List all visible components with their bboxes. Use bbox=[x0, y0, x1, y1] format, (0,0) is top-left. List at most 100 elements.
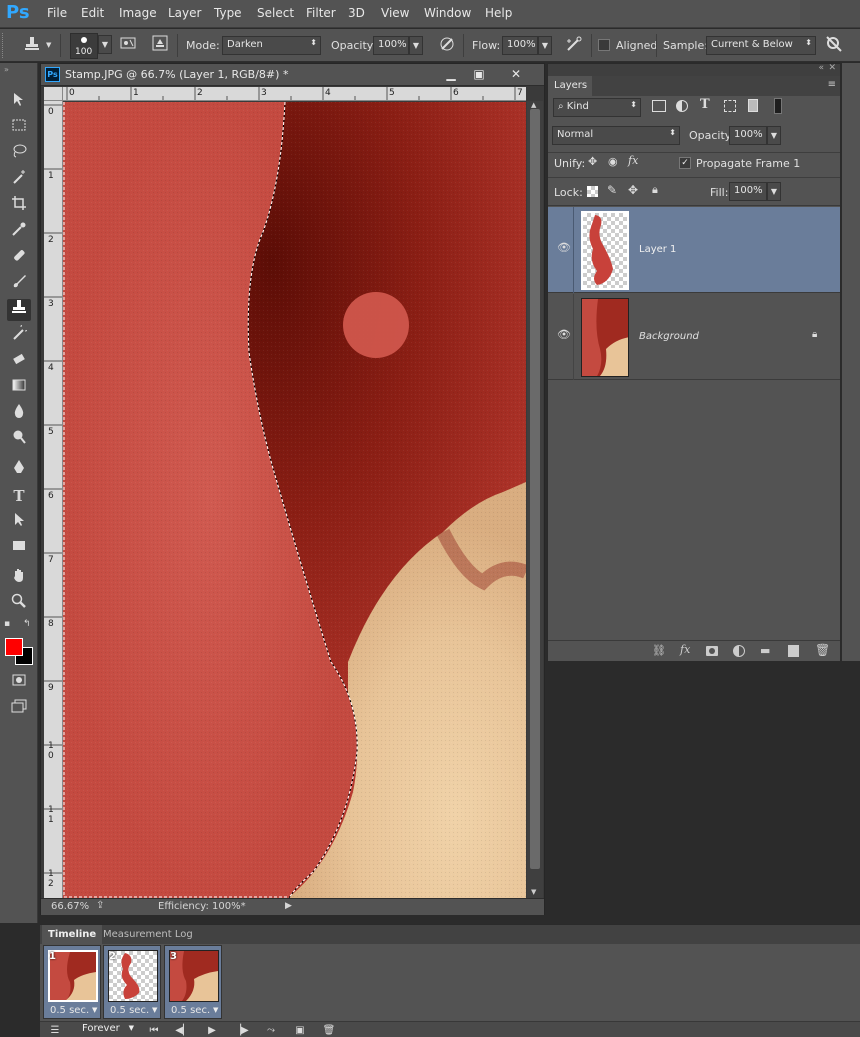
swap-colors-icon[interactable]: ↰ bbox=[23, 619, 31, 629]
scroll-down-icon[interactable]: ▼ bbox=[531, 888, 536, 896]
delay-dropdown-icon[interactable]: ▼ bbox=[152, 1006, 157, 1014]
tween-icon[interactable]: ⤳ bbox=[262, 1023, 280, 1037]
menu-edit[interactable]: Edit bbox=[81, 6, 104, 20]
clone-stamp-icon[interactable] bbox=[22, 35, 42, 55]
rectangle-tool-icon[interactable] bbox=[7, 537, 31, 559]
sample-select[interactable]: Current & Below ⬍ bbox=[706, 36, 816, 55]
crop-tool-icon[interactable] bbox=[7, 195, 31, 217]
close-panel-icon[interactable]: ✕ bbox=[828, 63, 836, 73]
filter-pixel-icon[interactable] bbox=[652, 100, 666, 112]
tool-preset-arrow-icon[interactable]: ▼ bbox=[46, 41, 51, 49]
frame-delay[interactable]: 0.5 sec. bbox=[110, 1005, 149, 1016]
filter-adjustment-icon[interactable] bbox=[676, 100, 688, 112]
dodge-tool-icon[interactable] bbox=[7, 429, 31, 451]
move-tool-icon[interactable] bbox=[7, 91, 31, 113]
add-mask-icon[interactable] bbox=[706, 646, 718, 656]
toggle-clone-source-icon[interactable] bbox=[150, 35, 170, 55]
tab-layers[interactable]: Layers bbox=[548, 76, 592, 96]
clone-stamp-tool-icon[interactable] bbox=[7, 299, 31, 321]
menu-file[interactable]: File bbox=[47, 6, 67, 20]
timeline-menu-icon[interactable]: ☰ bbox=[46, 1023, 64, 1037]
marquee-tool-icon[interactable] bbox=[7, 117, 31, 139]
document-tab[interactable]: Ps Stamp.JPG @ 66.7% (Layer 1, RGB/8#) *… bbox=[41, 64, 544, 86]
scrollbar-thumb[interactable] bbox=[530, 109, 540, 869]
propagate-frame-checkbox[interactable]: ✓ bbox=[679, 157, 691, 169]
visibility-eye-icon[interactable]: 👁︎ bbox=[557, 329, 571, 340]
fill-input[interactable]: 100% bbox=[729, 182, 767, 201]
status-menu-arrow-icon[interactable]: ▶ bbox=[285, 901, 292, 911]
animation-frame[interactable]: 1 0.5 sec. ▼ bbox=[43, 945, 101, 1019]
menu-layer[interactable]: Layer bbox=[168, 6, 201, 20]
foreground-color-swatch[interactable] bbox=[5, 638, 23, 656]
layer-row-background[interactable]: 👁︎ Background 🔒︎ bbox=[548, 294, 840, 380]
magic-wand-tool-icon[interactable] bbox=[7, 169, 31, 191]
new-adjustment-layer-icon[interactable] bbox=[733, 645, 745, 657]
gradient-tool-icon[interactable] bbox=[7, 377, 31, 399]
mode-select[interactable]: Darken ⬍ bbox=[222, 36, 321, 55]
lock-transparent-icon[interactable] bbox=[587, 186, 598, 197]
animation-frame[interactable]: 3 0.5 sec. ▼ bbox=[164, 945, 222, 1019]
brush-picker-arrow-icon[interactable]: ▼ bbox=[98, 35, 112, 54]
flow-input[interactable]: 100% bbox=[502, 36, 538, 55]
menu-image[interactable]: Image bbox=[119, 6, 157, 20]
layer-opacity-arrow-icon[interactable]: ▼ bbox=[767, 126, 781, 145]
filter-smart-object-icon[interactable] bbox=[748, 99, 758, 112]
pressure-opacity-icon[interactable] bbox=[437, 35, 457, 55]
menu-view[interactable]: View bbox=[381, 6, 409, 20]
visibility-eye-icon[interactable]: 👁︎ bbox=[557, 242, 571, 253]
opacity-input[interactable]: 100% bbox=[373, 36, 409, 55]
filter-toggle-icon[interactable] bbox=[774, 98, 782, 114]
quick-mask-icon[interactable] bbox=[7, 672, 31, 694]
fill-arrow-icon[interactable]: ▼ bbox=[767, 182, 781, 201]
frame-delay[interactable]: 0.5 sec. bbox=[171, 1005, 210, 1016]
tab-measurement-log[interactable]: Measurement Log bbox=[97, 925, 199, 944]
layer-row-layer-1[interactable]: 👁︎ Layer 1 bbox=[548, 207, 840, 293]
pen-tool-icon[interactable] bbox=[7, 459, 31, 481]
menu-filter[interactable]: Filter bbox=[306, 6, 336, 20]
new-layer-icon[interactable] bbox=[788, 645, 799, 657]
lasso-tool-icon[interactable] bbox=[7, 143, 31, 165]
delay-dropdown-icon[interactable]: ▼ bbox=[92, 1006, 97, 1014]
horizontal-ruler[interactable]: 0 1 2 3 4 5 6 7 bbox=[63, 87, 526, 101]
lock-all-icon[interactable]: 🔒︎ bbox=[652, 183, 658, 197]
lock-pixels-icon[interactable]: ✎ bbox=[607, 183, 617, 197]
unify-visibility-icon[interactable]: ◉ bbox=[608, 155, 618, 168]
menu-3d[interactable]: 3D bbox=[348, 6, 365, 20]
filter-shape-icon[interactable] bbox=[724, 100, 736, 112]
eyedropper-tool-icon[interactable] bbox=[7, 221, 31, 243]
unify-style-icon[interactable]: fx bbox=[628, 154, 638, 167]
panel-menu-icon[interactable]: ≡ bbox=[828, 79, 836, 90]
airbrush-icon[interactable] bbox=[564, 35, 584, 55]
history-brush-tool-icon[interactable] bbox=[7, 322, 31, 347]
flow-dropdown-arrow-icon[interactable]: ▼ bbox=[538, 36, 552, 55]
menu-help[interactable]: Help bbox=[485, 6, 512, 20]
maximize-icon[interactable]: ▣ bbox=[466, 66, 492, 83]
image-canvas[interactable] bbox=[63, 102, 526, 898]
path-selection-tool-icon[interactable] bbox=[7, 511, 31, 533]
menu-select[interactable]: Select bbox=[257, 6, 294, 20]
zoom-level[interactable]: 66.67% bbox=[51, 901, 89, 912]
default-colors-icon[interactable]: ▪ bbox=[4, 619, 10, 629]
previous-frame-icon[interactable]: ◀▏ bbox=[174, 1023, 192, 1037]
play-icon[interactable]: ▶ bbox=[203, 1023, 221, 1037]
collapse-arrows-icon[interactable]: » bbox=[4, 65, 9, 74]
delete-frame-icon[interactable]: 🗑︎ bbox=[320, 1023, 338, 1037]
vertical-ruler[interactable]: 0 1 2 3 4 5 6 7 8 9 1 0 1 1 1 2 bbox=[44, 101, 63, 898]
first-frame-icon[interactable]: ⏮ bbox=[145, 1023, 163, 1037]
delete-layer-icon[interactable]: 🗑︎ bbox=[815, 643, 830, 657]
unify-position-icon[interactable]: ✥ bbox=[588, 155, 597, 168]
toggle-brush-panel-icon[interactable] bbox=[118, 35, 138, 55]
new-group-icon[interactable]: ▬ bbox=[760, 644, 770, 657]
screen-mode-icon[interactable] bbox=[7, 698, 31, 720]
layer-name[interactable]: Background bbox=[639, 331, 699, 342]
lock-position-icon[interactable]: ✥ bbox=[628, 183, 638, 197]
loop-select[interactable]: Forever ▼ bbox=[72, 1023, 136, 1037]
menu-window[interactable]: Window bbox=[424, 6, 471, 20]
blend-mode-select[interactable]: Normal ⬍ bbox=[552, 126, 680, 145]
animation-frame[interactable]: 2 0.5 sec. ▼ bbox=[103, 945, 161, 1019]
eraser-tool-icon[interactable] bbox=[7, 351, 31, 373]
export-icon[interactable]: ⇪ bbox=[96, 900, 104, 911]
opacity-dropdown-arrow-icon[interactable]: ▼ bbox=[409, 36, 423, 55]
minimize-icon[interactable]: ▁ bbox=[438, 66, 464, 83]
layer-name[interactable]: Layer 1 bbox=[639, 244, 676, 255]
